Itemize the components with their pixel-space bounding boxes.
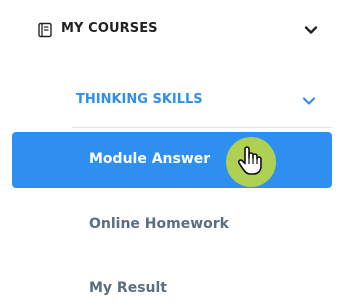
sidebar-menu: MY COURSES THINKING SKILLS Module Answer… (0, 0, 342, 305)
divider (72, 127, 332, 128)
thinking-skills-title: THINKING SKILLS (76, 92, 203, 107)
menu-item-module-answer[interactable]: Module Answer (12, 132, 332, 188)
menu-item-label: Module Answer (89, 151, 211, 167)
chevron-down-icon[interactable] (303, 22, 319, 38)
menu-item-online-homework[interactable]: Online Homework (12, 196, 332, 252)
hand-pointer-icon (237, 144, 263, 176)
book-icon (37, 22, 53, 38)
menu-item-my-result[interactable]: My Result (12, 258, 332, 305)
thinking-skills-header[interactable]: THINKING SKILLS (0, 79, 342, 119)
menu-item-label: My Result (89, 280, 167, 296)
my-courses-title: MY COURSES (61, 21, 158, 36)
my-courses-header[interactable]: MY COURSES (0, 10, 342, 50)
menu-item-label: Online Homework (89, 216, 229, 232)
chevron-down-icon[interactable] (301, 93, 317, 107)
